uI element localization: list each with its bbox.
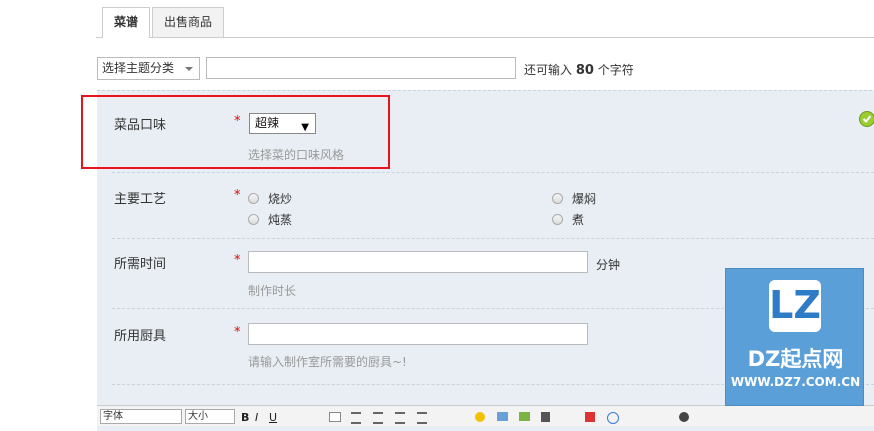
font-size-select[interactable]: 大小 [185, 409, 235, 424]
tools-input[interactable] [248, 323, 588, 345]
time-label: 所需时间 [114, 257, 167, 272]
font-family-select[interactable]: 字体 [100, 409, 182, 424]
italic-button[interactable]: I [255, 412, 258, 424]
technique-radio-boil[interactable] [552, 214, 563, 225]
bold-button[interactable]: B [241, 412, 249, 424]
code-icon[interactable] [607, 412, 619, 424]
logo-mark: LZ [769, 280, 821, 332]
char-hint-prefix: 还可输入 [524, 63, 573, 77]
tools-hint: 请输入制作室所需要的厨具~! [248, 355, 407, 369]
smiley-icon[interactable] [475, 412, 485, 422]
chevron-down-icon [185, 67, 193, 71]
check-icon [859, 111, 874, 127]
char-hint-suffix: 个字符 [597, 63, 634, 77]
technique-radio-stir-fry[interactable] [248, 193, 259, 204]
char-count-hint: 还可输入 80 个字符 [524, 61, 634, 78]
tools-required-mark: * [234, 325, 241, 340]
time-hint: 制作时长 [248, 284, 297, 298]
title-input[interactable] [206, 57, 516, 79]
time-input[interactable] [248, 251, 588, 273]
technique-radio-stew-steam[interactable] [248, 214, 259, 225]
tab-products-for-sale[interactable]: 出售商品 [152, 7, 224, 37]
editor-toolbar: 字体 大小 B I U [97, 405, 874, 426]
justify-icon[interactable] [417, 412, 427, 424]
technique-required-mark: * [234, 188, 241, 203]
technique-option-label: 爆焖 [572, 192, 597, 206]
logo-site-url: WWW.DZ7.COM.CN [730, 375, 861, 389]
tab-recipe[interactable]: 菜谱 [102, 7, 150, 38]
tools-label: 所用厨具 [114, 329, 167, 344]
row-divider [112, 172, 874, 173]
align-left-icon[interactable] [351, 412, 361, 424]
char-hint-count: 80 [575, 63, 594, 78]
underline-button[interactable]: U [269, 412, 277, 424]
align-right-icon[interactable] [395, 412, 405, 424]
site-watermark-logo: LZ DZ起点网 WWW.DZ7.COM.CN [725, 268, 864, 406]
technique-radio-braise[interactable] [552, 193, 563, 204]
align-center-icon[interactable] [373, 412, 383, 424]
category-select-value: 选择主题分类 [102, 61, 175, 75]
time-required-mark: * [234, 253, 241, 268]
highlight-box [81, 95, 390, 169]
technique-label: 主要工艺 [114, 192, 167, 207]
flash-icon[interactable] [585, 412, 595, 422]
technique-option-label: 煮 [572, 213, 585, 227]
tab-bar: 菜谱 出售商品 [96, 7, 874, 38]
logo-mark-text: LZ [769, 283, 821, 327]
technique-option-label: 炖蒸 [268, 213, 293, 227]
media-icon[interactable] [541, 412, 550, 422]
row-divider [112, 238, 874, 239]
more-icon[interactable] [679, 412, 689, 422]
category-select[interactable]: 选择主题分类 [97, 57, 200, 80]
time-unit: 分钟 [596, 258, 621, 272]
logo-site-name: DZ起点网 [747, 347, 844, 371]
technique-option-label: 烧炒 [268, 192, 293, 206]
link-icon[interactable] [329, 412, 341, 422]
